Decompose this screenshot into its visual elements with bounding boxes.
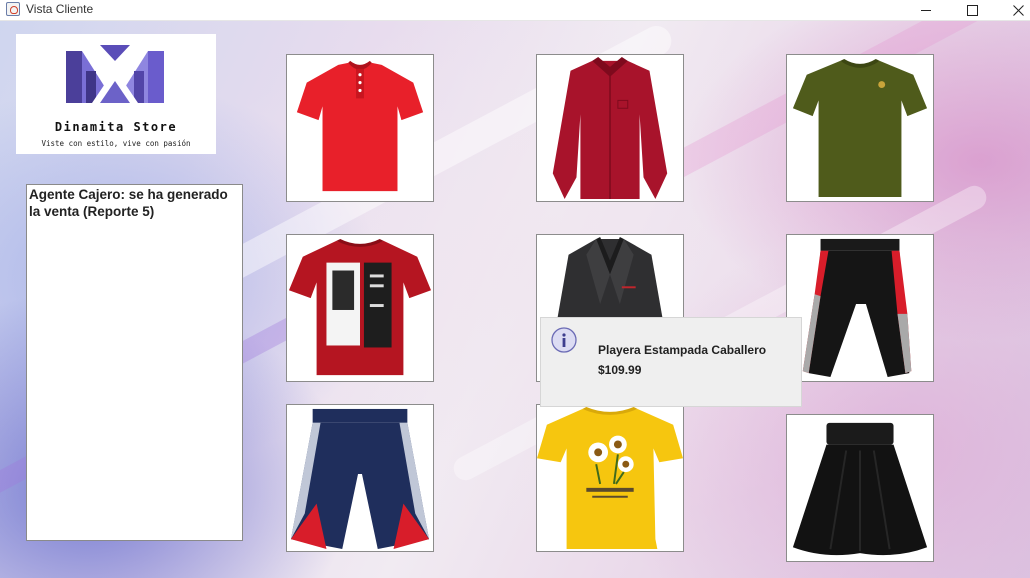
popup-product-name: Playera Estampada Caballero [598,343,767,357]
main-panel: Dinamita Store Viste con estilo, vive co… [0,21,1030,578]
product-tile-shorts[interactable] [286,404,434,552]
close-button[interactable] [995,0,1030,20]
product-tile-skirt[interactable] [786,414,934,562]
logo-mark-icon [66,45,164,103]
logo-store-name: Dinamita Store [54,120,178,134]
log-text-area[interactable]: Agente Cajero: se ha generado la venta (… [26,184,243,541]
product-tile-flower-blouse[interactable] [536,404,684,552]
olive-tshirt-image [792,58,928,198]
minimize-icon [921,9,931,11]
maroon-dress-shirt-image [552,56,668,200]
java-app-icon [6,2,20,16]
product-tile-olive-tshirt[interactable] [786,54,934,202]
black-joggers-image [802,238,912,378]
product-tile-printed-tshirt[interactable] [286,234,434,382]
yellow-flower-blouse-image [537,406,683,550]
window-title: Vista Cliente [26,2,94,16]
product-tile-joggers[interactable] [786,234,934,382]
red-printed-tshirt-image [288,238,432,376]
log-message: Agente Cajero: se ha generado la venta (… [29,187,228,219]
logo-tagline: Viste con estilo, vive con pasión [41,139,191,148]
product-tile-maroon-shirt[interactable] [536,54,684,202]
store-logo: Dinamita Store Viste con estilo, vive co… [16,34,216,154]
popup-product-price: $109.99 [598,363,642,377]
title-bar: Vista Cliente [0,0,1030,21]
maximize-button[interactable] [949,0,995,20]
minimize-button[interactable] [903,0,949,20]
close-icon [1012,4,1024,16]
red-polo-shirt-image [296,60,424,192]
product-info-popup: Playera Estampada Caballero $109.99 [540,317,802,407]
maximize-icon [966,4,978,16]
navy-shorts-image [290,408,430,550]
product-tile-red-polo[interactable] [286,54,434,202]
info-icon [551,327,577,353]
black-skirt-image [792,422,928,556]
